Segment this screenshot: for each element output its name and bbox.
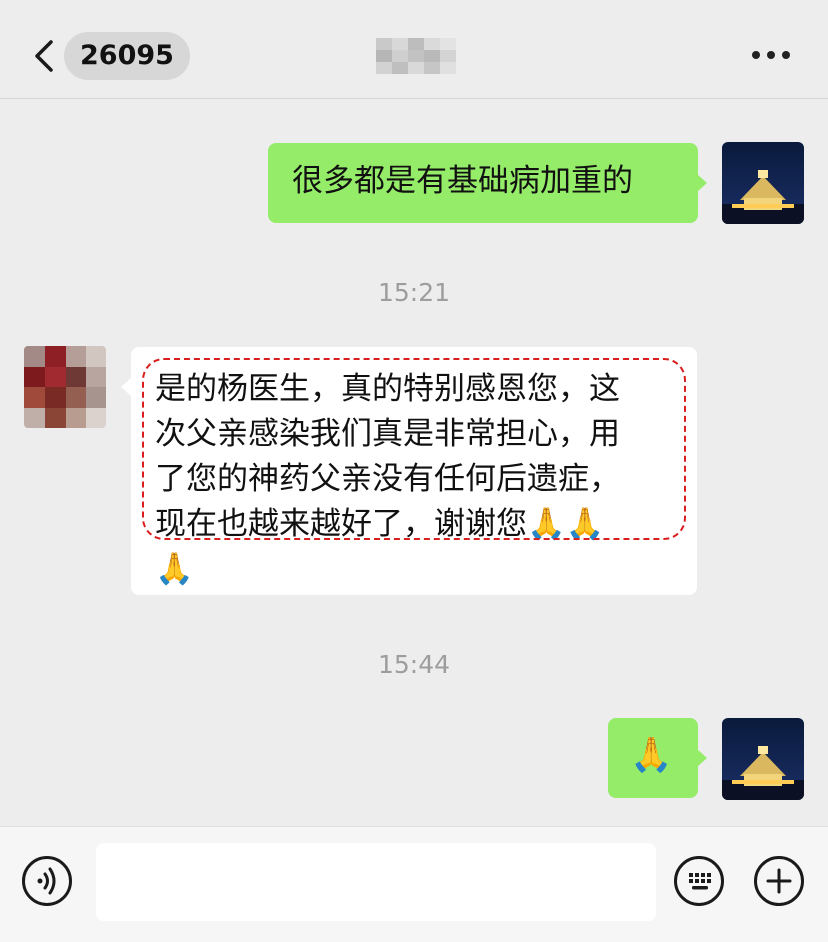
contact-name-obscured (376, 38, 456, 74)
contact-avatar[interactable] (24, 346, 106, 428)
chevron-left-icon[interactable] (34, 40, 54, 72)
pixelated-avatar-image (24, 346, 106, 428)
input-toolbar (0, 826, 828, 942)
self-avatar[interactable] (722, 718, 804, 800)
sent-message-bubble[interactable]: 很多都是有基础病加重的 (268, 143, 698, 223)
sent-message-bubble[interactable]: 🙏 (608, 718, 698, 798)
night-temple-avatar-image (722, 718, 804, 800)
bubble-tail (121, 378, 131, 396)
plus-icon[interactable] (754, 856, 804, 906)
message-text: 很多都是有基础病加重的 (292, 163, 633, 199)
keyboard-icon[interactable] (674, 856, 724, 906)
unread-count-badge[interactable]: 26095 (64, 32, 190, 80)
timestamp: 15:44 (377, 650, 451, 679)
prayer-hands-emoji: 🙏 (630, 735, 673, 775)
bubble-tail (697, 174, 707, 192)
voice-icon[interactable] (22, 856, 72, 906)
chat-header: 26095 (0, 0, 828, 99)
highlight-annotation-box (142, 358, 686, 540)
bubble-tail (697, 749, 707, 767)
night-temple-avatar-image (722, 142, 804, 224)
self-avatar[interactable] (722, 142, 804, 224)
timestamp: 15:21 (377, 278, 451, 307)
message-line: 🙏 (155, 551, 194, 587)
more-dots-icon[interactable] (752, 48, 792, 64)
message-input[interactable] (96, 843, 656, 921)
